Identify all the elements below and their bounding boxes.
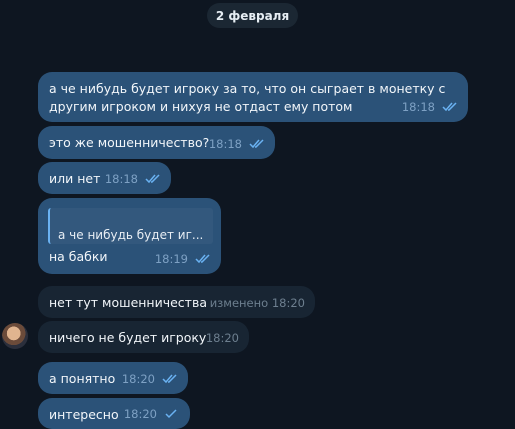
message-bubble-outgoing[interactable]: а понятно 18:20 [38,362,188,394]
message-time: 18:20 [121,372,155,386]
message-text: интересно [49,407,119,422]
message-text: на бабки [49,249,108,264]
message-time: 18:20 [205,331,239,345]
message-text: это же мошенничество? [49,135,210,150]
sent-check-icon [164,409,180,419]
read-double-check-icon [249,139,265,149]
read-double-check-icon [442,102,458,112]
message-meta: 18:18 [105,170,161,188]
message-time: 18:19 [154,252,188,266]
sender-avatar[interactable] [2,323,28,349]
message-text: или нет [49,171,101,186]
read-double-check-icon [145,174,161,184]
message-time: 18:18 [401,100,435,114]
message-text: а че нибудь будет игроку за то, что он с… [49,81,446,114]
message-bubble-incoming[interactable]: ничего не будет игроку 18:20 [38,321,249,353]
message-text: ничего не будет игроку [49,330,207,345]
message-meta: 18:19 [155,250,211,268]
message-text: а понятно [49,371,116,386]
message-time: изменено 18:20 [209,296,305,310]
message-bubble-outgoing-reply[interactable]: а че нибудь будет иг... на бабки 18:19 [38,198,221,274]
read-double-check-icon [195,254,211,264]
message-meta: 18:20 [124,405,180,423]
message-meta: 18:20 [122,370,178,388]
message-bubble-outgoing[interactable]: или нет 18:18 [38,162,171,194]
message-time: 18:18 [208,137,242,151]
message-meta: изменено 18:20 [210,294,305,312]
message-bubble-outgoing[interactable]: а че нибудь будет игроку за то, что он с… [38,72,468,122]
reply-preview-text: а че нибудь будет иг... [58,228,204,242]
reply-preview[interactable]: а че нибудь будет иг... [48,208,213,244]
message-meta: 18:20 [206,329,239,347]
message-bubble-outgoing[interactable]: интересно 18:20 [38,398,190,429]
message-bubble-incoming[interactable]: нет тут мошенничества изменено 18:20 [38,286,315,318]
message-time: 18:20 [123,407,157,421]
message-text: нет тут мошенничества [49,295,207,310]
read-double-check-icon [162,374,178,384]
date-separator: 2 февраля [207,3,298,28]
message-bubble-outgoing[interactable]: это же мошенничество? 18:18 [38,126,275,159]
message-time: 18:18 [104,172,138,186]
message-meta: 18:18 [209,135,265,153]
message-meta: 18:18 [402,98,458,116]
